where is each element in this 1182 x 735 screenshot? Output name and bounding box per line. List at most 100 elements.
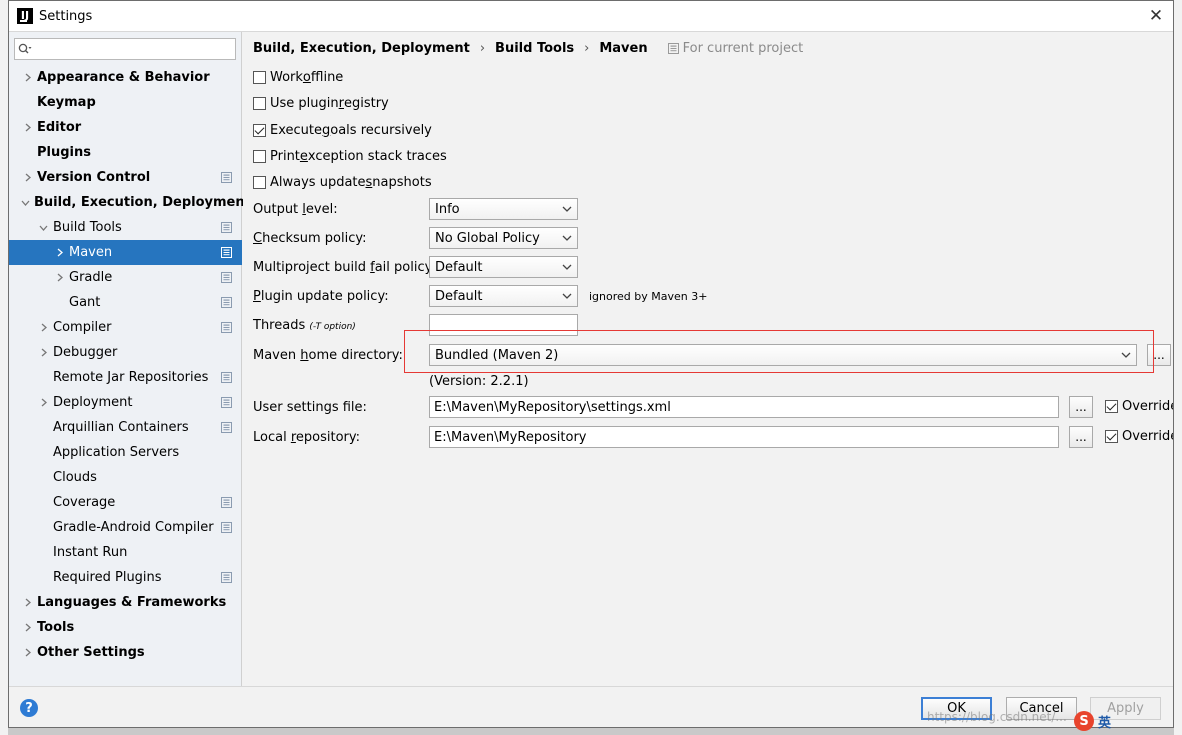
chevron-down-icon [557,235,577,241]
sidebar-item-editor[interactable]: Editor [9,115,242,140]
chevron-right-icon[interactable] [21,72,33,84]
chevron-down-icon[interactable] [37,222,49,234]
sidebar-item-clouds[interactable]: Clouds [9,465,242,490]
plugin-update-note: ignored by Maven 3+ [589,290,708,303]
threads-input[interactable] [429,314,578,336]
chevron-right-icon[interactable] [37,397,49,409]
checksum-policy-label: Checksum policy: [253,231,367,246]
sidebar-item-coverage[interactable]: Coverage [9,490,242,515]
user-settings-input[interactable]: E:\Maven\MyRepository\settings.xml [429,396,1059,418]
local-repository-browse-button[interactable]: ... [1069,426,1093,448]
sidebar-item-build-execution-deployment[interactable]: Build, Execution, Deployment [9,190,251,215]
use-plugin-registry-option[interactable]: Use plugin r egistry [253,94,389,112]
chevron-down-icon[interactable] [21,197,30,209]
always-update-snapshots-checkbox[interactable] [253,175,266,189]
sidebar-item-gradle-android-compiler[interactable]: Gradle-Android Compiler [9,515,242,540]
chevron-right-icon[interactable] [37,347,49,359]
sidebar-item-label: Gant [69,295,101,310]
user-settings-override[interactable]: Override [1105,399,1173,414]
sidebar-item-label: Languages & Frameworks [37,595,227,610]
close-icon[interactable]: ✕ [1145,5,1167,27]
ime-language-indicator[interactable]: 英 [1098,712,1111,731]
breadcrumb-item[interactable]: Build Tools [495,41,574,56]
output-level-select[interactable]: Info [429,198,578,220]
multiproject-fail-policy-select[interactable]: Default [429,256,578,278]
breadcrumb-separator: › [584,41,590,56]
use-plugin-registry-checkbox[interactable] [253,96,266,110]
execute-goals-checkbox[interactable] [253,123,266,137]
project-scope-icon [221,572,232,583]
user-settings-override-checkbox[interactable] [1105,400,1118,413]
settings-search[interactable] [14,38,236,60]
sidebar-item-application-servers[interactable]: Application Servers [9,440,242,465]
execute-goals-option[interactable]: Execute g oals recursively [253,121,432,139]
chevron-right-icon[interactable] [21,622,33,634]
sidebar-item-instant-run[interactable]: Instant Run [9,540,242,565]
search-input[interactable] [35,40,235,58]
sidebar-item-label: Version Control [37,170,151,185]
chevron-down-icon [557,264,577,270]
project-scope-icon [221,422,232,433]
sidebar-item-appearance-behavior[interactable]: Appearance & Behavior [9,65,242,90]
chevron-right-icon[interactable] [21,172,33,184]
window-title: Settings [39,8,93,24]
breadcrumb-item[interactable]: Build, Execution, Deployment [253,41,470,56]
sidebar-item-plugins[interactable]: Plugins [9,140,242,165]
print-exception-option[interactable]: Print e xception stack traces [253,147,447,165]
sidebar-item-maven[interactable]: Maven [9,240,242,265]
chevron-down-icon [557,206,577,212]
sogou-ime-icon[interactable]: S [1074,711,1094,731]
maven-home-select[interactable]: Bundled (Maven 2) [429,344,1137,366]
project-scope-icon [221,372,232,383]
user-settings-browse-button[interactable]: ... [1069,396,1093,418]
chevron-right-icon[interactable] [21,647,33,659]
maven-home-browse-button[interactable]: ... [1147,344,1171,366]
project-scope-icon [221,222,232,233]
sidebar-item-other-settings[interactable]: Other Settings [9,640,242,665]
local-repository-input[interactable]: E:\Maven\MyRepository [429,426,1059,448]
local-repository-override[interactable]: Override [1105,429,1173,444]
sidebar-item-label: Debugger [53,345,118,360]
chevron-right-icon[interactable] [21,597,33,609]
ok-button[interactable]: OK [921,697,992,720]
sidebar-item-label: Tools [37,620,75,635]
always-update-snapshots-option[interactable]: Always update s napshots [253,173,432,191]
chevron-right-icon[interactable] [37,322,49,334]
sidebar-item-deployment[interactable]: Deployment [9,390,242,415]
sidebar-item-compiler[interactable]: Compiler [9,315,242,340]
chevron-right-icon[interactable] [53,272,65,284]
work-offline-checkbox[interactable] [253,70,266,84]
project-scope-icon [667,43,679,54]
sidebar-item-arquillian-containers[interactable]: Arquillian Containers [9,415,242,440]
checksum-policy-select[interactable]: No Global Policy [429,227,578,249]
work-offline-option[interactable]: Work o ffline [253,68,343,86]
local-repository-override-checkbox[interactable] [1105,430,1118,443]
sidebar-item-gradle[interactable]: Gradle [9,265,242,290]
sidebar-item-version-control[interactable]: Version Control [9,165,242,190]
sidebar-item-languages-frameworks[interactable]: Languages & Frameworks [9,590,242,615]
chevron-right-icon[interactable] [53,247,65,259]
title-bar[interactable]: IJ Settings ✕ [9,1,1173,32]
chevron-down-icon [1116,352,1136,358]
sidebar-item-label: Gradle [69,270,113,285]
sidebar-item-required-plugins[interactable]: Required Plugins [9,565,242,590]
chevron-right-icon[interactable] [21,122,33,134]
sidebar-item-remote-jar-repositories[interactable]: Remote Jar Repositories [9,365,242,390]
cancel-button[interactable]: Cancel [1006,697,1077,720]
sidebar-item-label: Coverage [53,495,116,510]
sidebar-item-tools[interactable]: Tools [9,615,242,640]
sidebar-item-keymap[interactable]: Keymap [9,90,242,115]
sidebar-item-label: Application Servers [53,445,180,460]
sidebar-item-gant[interactable]: Gant [9,290,242,315]
print-exception-checkbox[interactable] [253,149,266,163]
plugin-update-policy-select[interactable]: Default [429,285,578,307]
sidebar-item-build-tools[interactable]: Build Tools [9,215,242,240]
help-icon[interactable]: ? [20,699,38,717]
maven-home-label: Maven home directory: [253,348,403,363]
project-scope-icon [221,497,232,508]
breadcrumb-separator: › [479,41,486,56]
sidebar-item-debugger[interactable]: Debugger [9,340,242,365]
